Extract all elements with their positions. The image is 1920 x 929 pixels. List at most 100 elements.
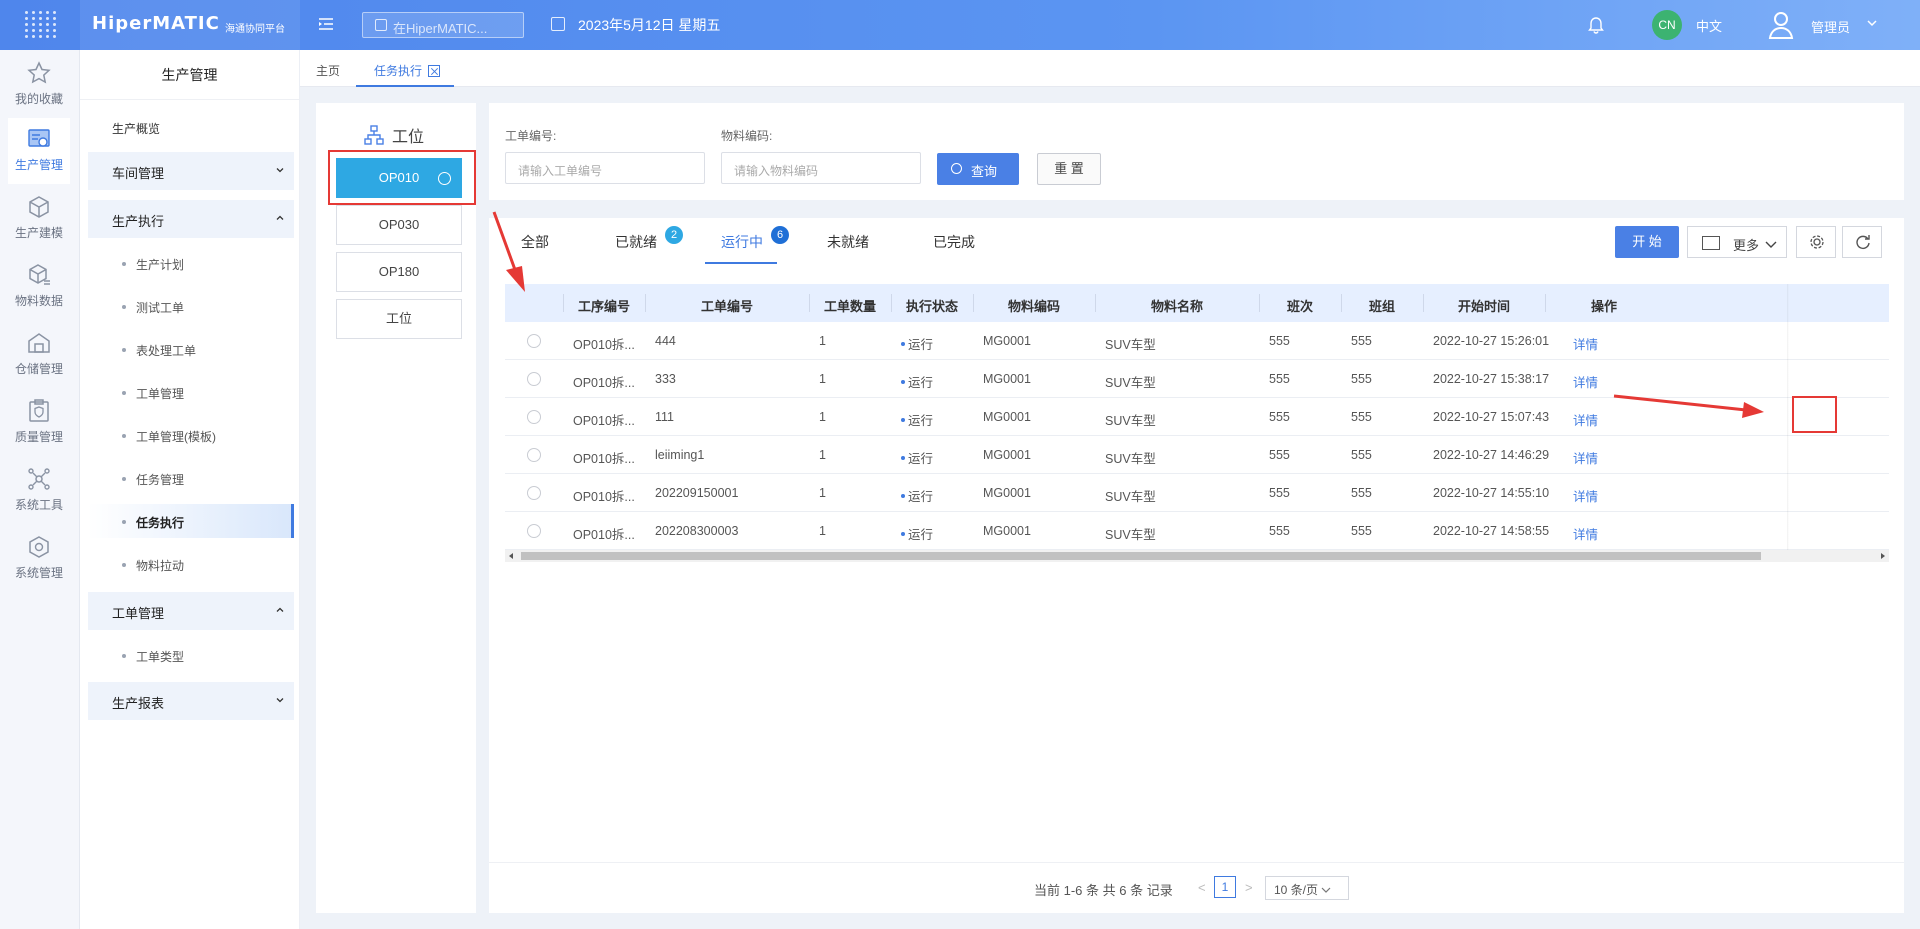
rail-item-modeling[interactable]: 生产建模 (8, 186, 70, 252)
bell-icon[interactable] (1588, 16, 1604, 34)
chevron-down-icon[interactable] (1866, 17, 1878, 29)
sidebar-item-task-execution[interactable]: 任务执行 (88, 504, 294, 538)
query-button[interactable]: 查询 (937, 153, 1019, 185)
sidebar-group-workshop[interactable]: 车间管理 (88, 152, 294, 190)
scroll-left-icon[interactable] (509, 553, 513, 559)
cell-detail-link[interactable]: 详情 (1573, 410, 1598, 429)
grid-dot (46, 11, 49, 14)
table-row[interactable]: OP010拆... leiiming1 1 运行 MG0001 SUV车型 555 555 20… (505, 436, 1889, 474)
production-icon (28, 129, 50, 147)
row-radio[interactable] (527, 372, 541, 386)
tab-ready[interactable]: 已就绪 (615, 232, 657, 252)
horizontal-scrollbar[interactable] (505, 550, 1889, 562)
order-number-input[interactable]: 请输入工单编号 (505, 152, 705, 184)
rail-label: 质量管理 (14, 430, 63, 444)
rail-item-system[interactable]: 系统管理 (8, 526, 70, 592)
col-process-no[interactable]: 工序编号 (563, 296, 645, 315)
rail-item-warehouse[interactable]: 仓储管理 (8, 322, 70, 388)
status-text: 运行 (908, 338, 934, 352)
sidebar-item-label: 生产计划 (136, 258, 185, 272)
page-number-current[interactable]: 1 (1214, 876, 1236, 898)
sidebar-item-order-mgmt[interactable]: 工单管理 (88, 375, 294, 409)
col-order-qty[interactable]: 工单数量 (809, 296, 891, 315)
cell-detail-link[interactable]: 详情 (1573, 334, 1598, 353)
sidebar-group-execution[interactable]: 生产执行 (88, 200, 294, 238)
rail-label: 系统管理 (14, 566, 63, 580)
table-row[interactable]: OP010拆... 202208300003 1 运行 MG0001 SUV车型 555 55… (505, 512, 1889, 550)
status-dot (901, 456, 905, 460)
sidebar-item-plan[interactable]: 生产计划 (88, 246, 294, 280)
user-name[interactable]: 管理员 (1811, 17, 1850, 36)
rail-item-favorites[interactable]: 我的收藏 (8, 52, 70, 118)
cell-detail-link[interactable]: 详情 (1573, 486, 1598, 505)
cell-detail-link[interactable]: 详情 (1573, 524, 1598, 543)
rail-item-quality[interactable]: 质量管理 (8, 390, 70, 456)
refresh-button[interactable] (1842, 226, 1882, 258)
next-page-icon[interactable]: > (1245, 880, 1253, 895)
row-radio[interactable] (527, 448, 541, 462)
table-row[interactable]: OP010拆... 202209150001 1 运行 MG0001 SUV车型 555 55… (505, 474, 1889, 512)
sidebar-item-test-order[interactable]: 测试工单 (88, 289, 294, 323)
rail-item-tools[interactable]: 系统工具 (8, 458, 70, 524)
menu-toggle-icon[interactable] (316, 14, 336, 34)
start-button[interactable]: 开 始 (1615, 226, 1679, 258)
user-avatar-icon[interactable] (1766, 8, 1796, 42)
more-button[interactable]: 更多 (1687, 226, 1787, 258)
sidebar-group-report[interactable]: 生产报表 (88, 682, 294, 720)
row-radio[interactable] (527, 334, 541, 348)
sidebar-group-label: 车间管理 (112, 166, 165, 181)
tab-running[interactable]: 运行中 (721, 232, 763, 252)
rail-item-material[interactable]: 物料数据 (8, 254, 70, 320)
settings-button[interactable] (1796, 226, 1836, 258)
close-icon[interactable] (428, 65, 441, 77)
station-op030[interactable]: OP030 (336, 205, 462, 245)
col-start-time[interactable]: 开始时间 (1423, 296, 1545, 315)
tab-task-execution[interactable]: 任务执行 (356, 50, 455, 87)
row-radio[interactable] (527, 410, 541, 424)
material-code-input[interactable]: 请输入物料编码 (721, 152, 921, 184)
station-op180[interactable]: OP180 (336, 252, 462, 292)
sidebar-title: 生产管理 (80, 50, 299, 100)
row-radio[interactable] (527, 524, 541, 538)
prev-page-icon[interactable]: < (1198, 880, 1206, 895)
language-badge[interactable]: CN (1652, 10, 1682, 40)
col-order-no[interactable]: 工单编号 (645, 296, 809, 315)
rail-item-production[interactable]: 生产管理 (8, 118, 70, 184)
scrollbar-thumb[interactable] (521, 552, 1761, 560)
station-generic[interactable]: 工位 (336, 299, 462, 339)
col-team[interactable]: 班组 (1341, 296, 1423, 315)
cell-detail-link[interactable]: 详情 (1573, 448, 1598, 467)
table-row[interactable]: OP010拆... 444 1 运行 MG0001 SUV车型 555 555 2022-10-… (505, 322, 1889, 360)
sidebar-item-order-template[interactable]: 工单管理(模板) (88, 418, 294, 452)
reset-button[interactable]: 重 置 (1037, 153, 1101, 185)
sidebar-item-material-pull[interactable]: 物料拉动 (88, 547, 294, 581)
col-material-name[interactable]: 物料名称 (1095, 296, 1259, 315)
col-shift[interactable]: 班次 (1259, 296, 1341, 315)
tab-completed[interactable]: 已完成 (933, 232, 975, 252)
table-row[interactable]: OP010拆... 333 1 运行 MG0001 SUV车型 555 555 2022-10-… (505, 360, 1889, 398)
order-number-label: 工单编号: (505, 129, 557, 143)
col-exec-status[interactable]: 执行状态 (891, 296, 973, 315)
sidebar-group-workorder[interactable]: 工单管理 (88, 592, 294, 630)
table-row[interactable]: OP010拆... 111 1 运行 MG0001 SUV车型 555 555 2022-10-… (505, 398, 1889, 436)
row-radio[interactable] (527, 486, 541, 500)
sidebar-item-surface-order[interactable]: 表处理工单 (88, 332, 294, 366)
cell-detail-link[interactable]: 详情 (1573, 372, 1598, 391)
tab-not-ready[interactable]: 未就绪 (827, 232, 869, 252)
cell-order-no: leiiming1 (655, 448, 705, 462)
tab-all[interactable]: 全部 (521, 232, 549, 252)
scroll-right-icon[interactable] (1881, 553, 1885, 559)
tab-home[interactable]: 主页 (316, 62, 340, 79)
page-size-select[interactable]: 10 条/页 (1265, 876, 1349, 900)
cell-shift: 555 (1269, 486, 1290, 500)
cell-process-no: OP010拆... (573, 452, 635, 466)
global-search-input[interactable]: 在HiperMATIC... (362, 12, 524, 38)
sidebar-item-task-mgmt[interactable]: 任务管理 (88, 461, 294, 495)
language-label[interactable]: 中文 (1696, 16, 1722, 35)
grid-dot (46, 29, 49, 32)
app-grid-icon[interactable] (24, 10, 56, 40)
sidebar-item-order-type[interactable]: 工单类型 (88, 638, 294, 672)
sidebar-item-overview[interactable]: 生产概览 (112, 120, 160, 137)
col-material-code[interactable]: 物料编码 (973, 296, 1095, 315)
warehouse-icon (28, 333, 50, 353)
